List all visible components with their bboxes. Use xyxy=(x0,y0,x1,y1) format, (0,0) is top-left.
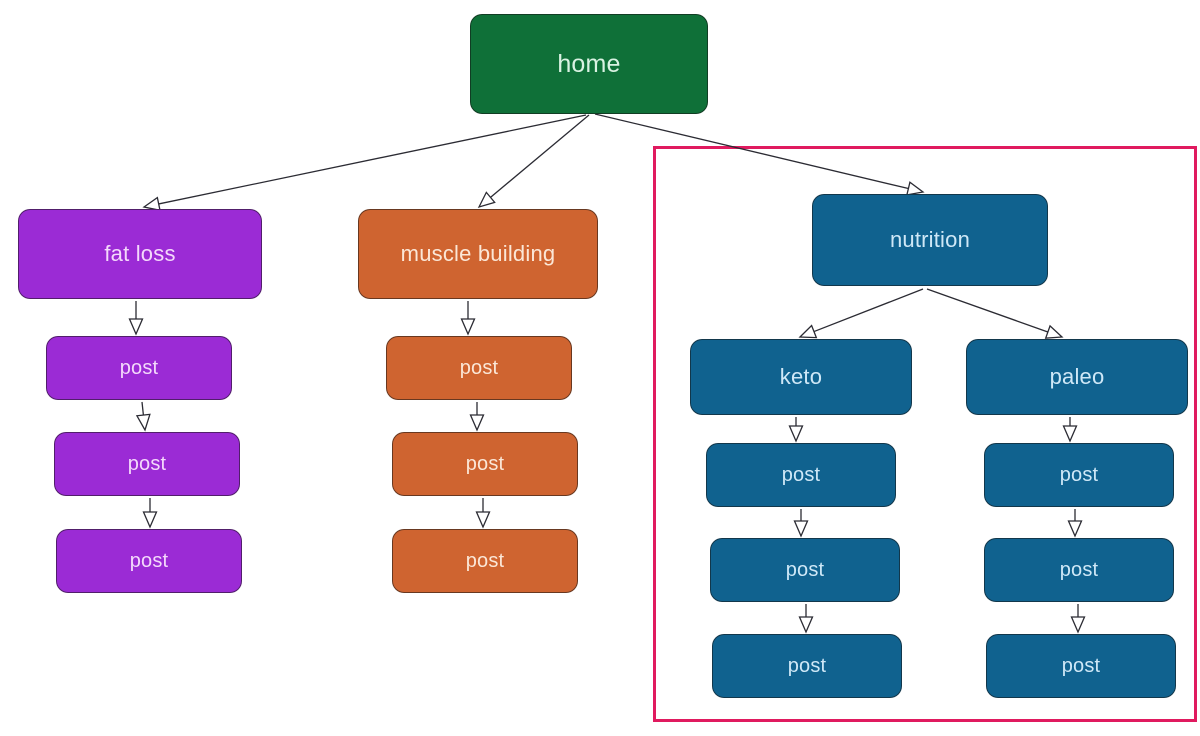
arrowhead-icon xyxy=(128,318,144,336)
node-fat-loss[interactable]: fat loss xyxy=(10,209,262,307)
arrowhead-icon xyxy=(135,413,151,432)
node-paleo-post-2[interactable]: post xyxy=(976,538,1174,610)
edge-line xyxy=(490,114,590,198)
node-paleo-post-3[interactable]: post xyxy=(978,634,1176,706)
node-label-paleo-post-1: post xyxy=(1059,464,1099,486)
node-nutrition[interactable]: nutrition xyxy=(804,194,1048,294)
arrowhead-icon xyxy=(142,511,158,529)
node-label-keto-post-2: post xyxy=(785,559,825,581)
node-label-muscle-post-3: post xyxy=(465,550,505,572)
node-label-paleo-post-2: post xyxy=(1059,559,1099,581)
node-muscle-post-1[interactable]: post xyxy=(378,336,572,408)
edge-fat-loss-post-1-to-fat-loss-post-2 xyxy=(135,401,151,432)
edge-line xyxy=(141,401,145,416)
node-label-paleo: paleo xyxy=(1049,364,1105,389)
diagram-canvas: home fat loss muscle building nutrition post… xyxy=(0,0,1200,736)
node-fat-loss-post-1[interactable]: post xyxy=(38,336,232,408)
arrowhead-icon xyxy=(477,191,496,209)
node-label-fat-loss-post-2: post xyxy=(127,453,167,475)
node-fat-loss-post-3[interactable]: post xyxy=(48,529,242,601)
node-keto-post-1[interactable]: post xyxy=(698,443,896,515)
node-label-fat-loss-post-1: post xyxy=(119,357,159,379)
node-label-paleo-post-3: post xyxy=(1061,655,1101,677)
arrowhead-icon xyxy=(475,511,491,529)
node-muscle-post-3[interactable]: post xyxy=(384,529,578,601)
node-label-fat-loss-post-3: post xyxy=(129,550,169,572)
edge-home-to-muscle-building xyxy=(477,114,590,209)
node-fat-loss-post-2[interactable]: post xyxy=(46,432,240,504)
node-label-keto-post-3: post xyxy=(787,655,827,677)
node-paleo[interactable]: paleo xyxy=(958,339,1188,423)
edge-muscle-post-1-to-muscle-post-2 xyxy=(469,402,485,432)
edge-muscle-building-to-muscle-post-1 xyxy=(460,301,476,336)
node-label-fat-loss: fat loss xyxy=(104,241,176,266)
node-label-nutrition: nutrition xyxy=(889,227,971,252)
arrowhead-icon xyxy=(469,414,485,432)
node-keto-post-2[interactable]: post xyxy=(702,538,900,610)
edge-muscle-post-2-to-muscle-post-3 xyxy=(475,498,491,529)
node-paleo-post-1[interactable]: post xyxy=(976,443,1174,515)
edge-line xyxy=(158,114,587,205)
node-muscle-building[interactable]: muscle building xyxy=(350,209,598,307)
node-label-muscle-post-1: post xyxy=(459,357,499,379)
node-label-muscle-post-2: post xyxy=(465,453,505,475)
node-home[interactable]: home xyxy=(462,14,708,122)
edge-fat-loss-post-2-to-fat-loss-post-3 xyxy=(142,498,158,529)
node-keto[interactable]: keto xyxy=(682,339,912,423)
node-keto-post-3[interactable]: post xyxy=(704,634,902,706)
edge-fat-loss-to-fat-loss-post-1 xyxy=(128,301,144,336)
node-label-keto-post-1: post xyxy=(781,464,821,486)
node-label-keto: keto xyxy=(779,364,823,389)
node-muscle-post-2[interactable]: post xyxy=(384,432,578,504)
node-label-muscle-building: muscle building xyxy=(400,241,556,266)
edge-home-to-fat-loss xyxy=(142,114,587,212)
arrowhead-icon xyxy=(460,318,476,336)
node-label-home: home xyxy=(557,49,621,78)
